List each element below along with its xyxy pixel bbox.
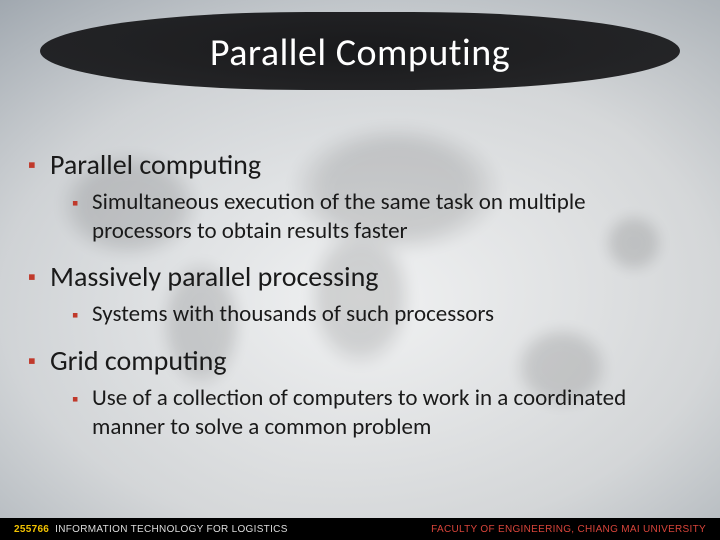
bullet-text: Grid computing — [50, 344, 227, 378]
slide: Parallel Computing ▪ Parallel computing … — [0, 0, 720, 540]
faculty-label: FACULTY OF ENGINEERING, CHIANG MAI UNIVE… — [431, 524, 706, 535]
bullet-text: Massively parallel processing — [50, 260, 378, 294]
content-area: ▪ Parallel computing ▪ Simultaneous exec… — [28, 148, 686, 456]
course-code: 255766 — [14, 524, 49, 535]
list-item: ▪ Simultaneous execution of the same tas… — [72, 188, 686, 246]
bullet-text: Parallel computing — [50, 148, 261, 182]
bullet-text: Simultaneous execution of the same task … — [92, 188, 686, 246]
bullet-icon: ▪ — [28, 148, 50, 182]
bullet-text: Systems with thousands of such processor… — [92, 300, 494, 329]
list-item: ▪ Grid computing — [28, 344, 686, 378]
bullet-icon: ▪ — [72, 384, 92, 414]
course-name: INFORMATION TECHNOLOGY FOR LOGISTICS — [55, 524, 288, 535]
slide-title: Parallel Computing — [40, 30, 680, 76]
bullet-icon: ▪ — [28, 260, 50, 294]
bullet-icon: ▪ — [72, 188, 92, 218]
footer-left: 255766 INFORMATION TECHNOLOGY FOR LOGIST… — [14, 524, 288, 535]
bullet-icon: ▪ — [72, 300, 92, 330]
title-container: Parallel Computing — [40, 12, 680, 90]
list-item: ▪ Use of a collection of computers to wo… — [72, 384, 686, 442]
bullet-icon: ▪ — [28, 344, 50, 378]
list-item: ▪ Massively parallel processing — [28, 260, 686, 294]
bullet-text: Use of a collection of computers to work… — [92, 384, 686, 442]
list-item: ▪ Systems with thousands of such process… — [72, 300, 686, 330]
list-item: ▪ Parallel computing — [28, 148, 686, 182]
footer-bar: 255766 INFORMATION TECHNOLOGY FOR LOGIST… — [0, 518, 720, 540]
